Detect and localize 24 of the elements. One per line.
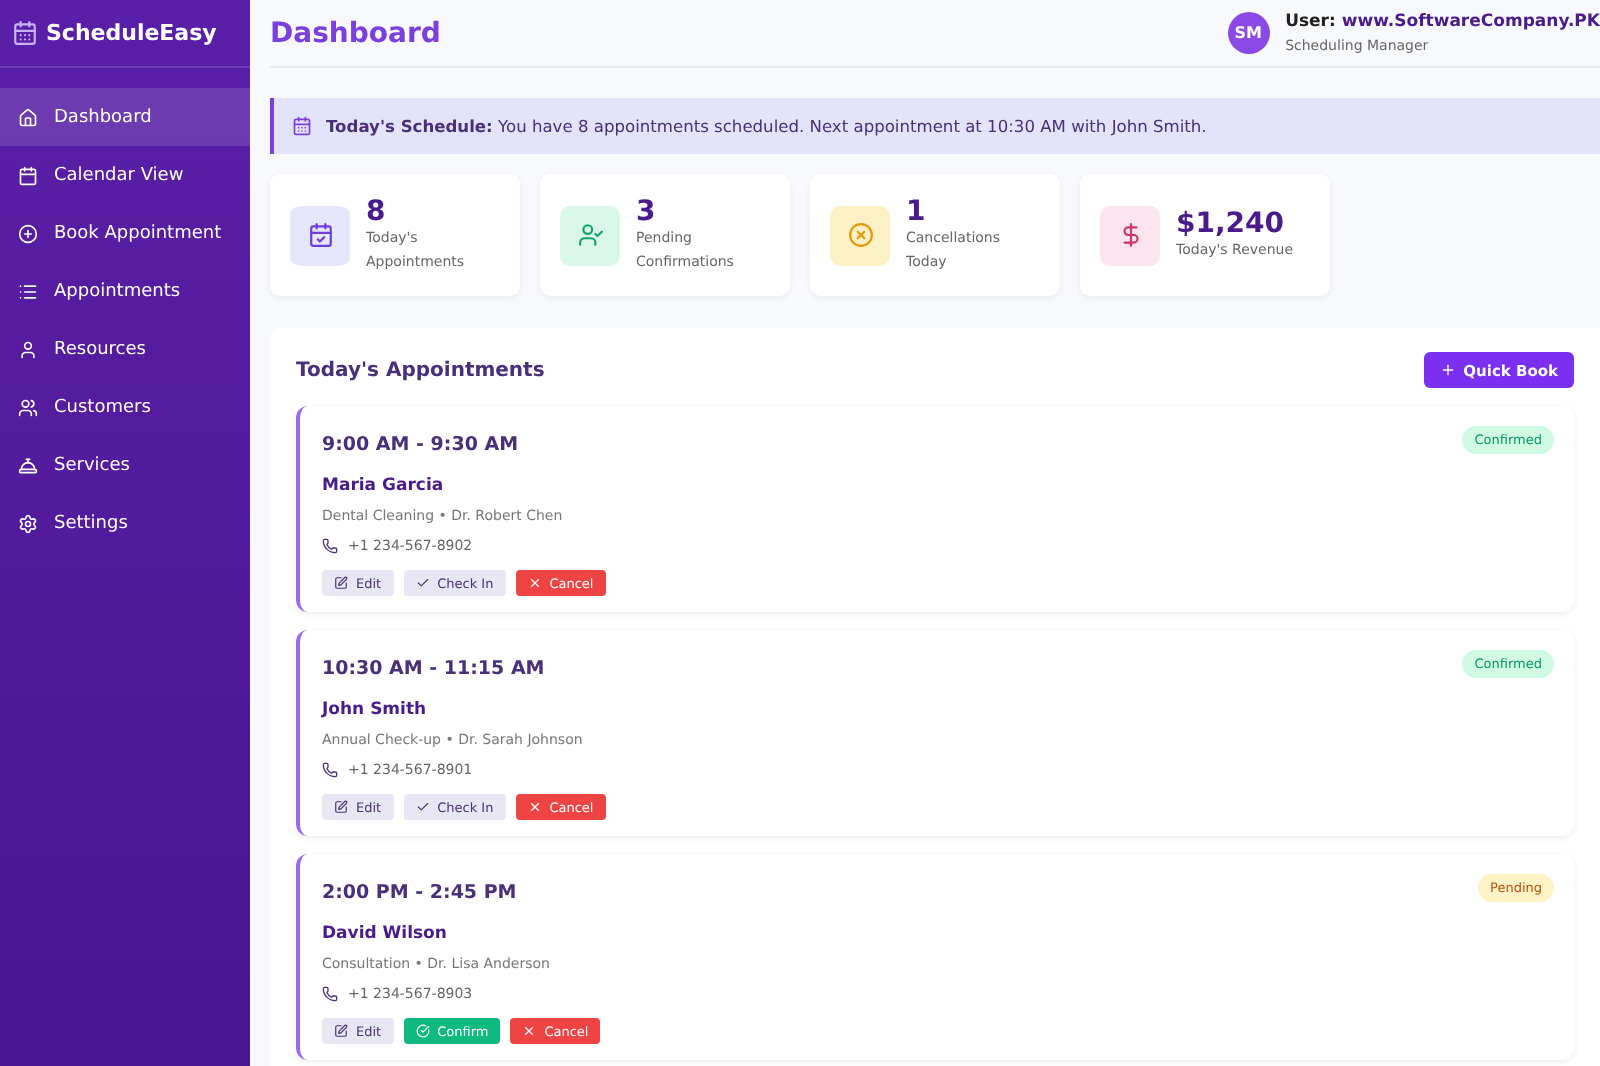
- app-logo: ScheduleEasy: [46, 20, 217, 46]
- nav-item[interactable]: Settings: [0, 494, 250, 552]
- patient-name: David Wilson: [322, 924, 449, 944]
- nav-item[interactable]: Book Appointment: [0, 204, 250, 262]
- nav-item[interactable]: Services: [0, 436, 250, 494]
- user-avatar[interactable]: SM: [1227, 12, 1270, 54]
- nav-item[interactable]: Appointments: [0, 262, 250, 320]
- user-name: User: www.SoftwareCompany.PK: [1285, 12, 1600, 32]
- stat-value: 3: [636, 196, 658, 229]
- patient-name: John Smith: [322, 700, 429, 720]
- appointment-time: 9:00 AM - 9:30 AM: [322, 434, 521, 456]
- stat-value: 8: [366, 196, 388, 229]
- appointment-time: 10:30 AM - 11:15 AM: [322, 658, 547, 680]
- nav-item[interactable]: Customers: [0, 378, 250, 436]
- nav-item[interactable]: Resources: [0, 320, 250, 378]
- page-title: Dashboard: [270, 17, 441, 49]
- banner-text: Today's Schedule: You have 8 appointments scheduled. Next appointment at 10:30 AM with John Smith.: [326, 116, 1207, 136]
- section-title: Today's Appointments: [296, 359, 545, 381]
- nav-item[interactable]: Dashboard: [0, 88, 250, 146]
- nav-item[interactable]: Calendar View: [0, 146, 250, 204]
- stat-value: 1: [906, 196, 928, 229]
- appointment-time: 2:00 PM - 2:45 PM: [322, 882, 519, 904]
- patient-name: Maria Garcia: [322, 476, 446, 496]
- stat-value: $1,240: [1176, 207, 1287, 240]
